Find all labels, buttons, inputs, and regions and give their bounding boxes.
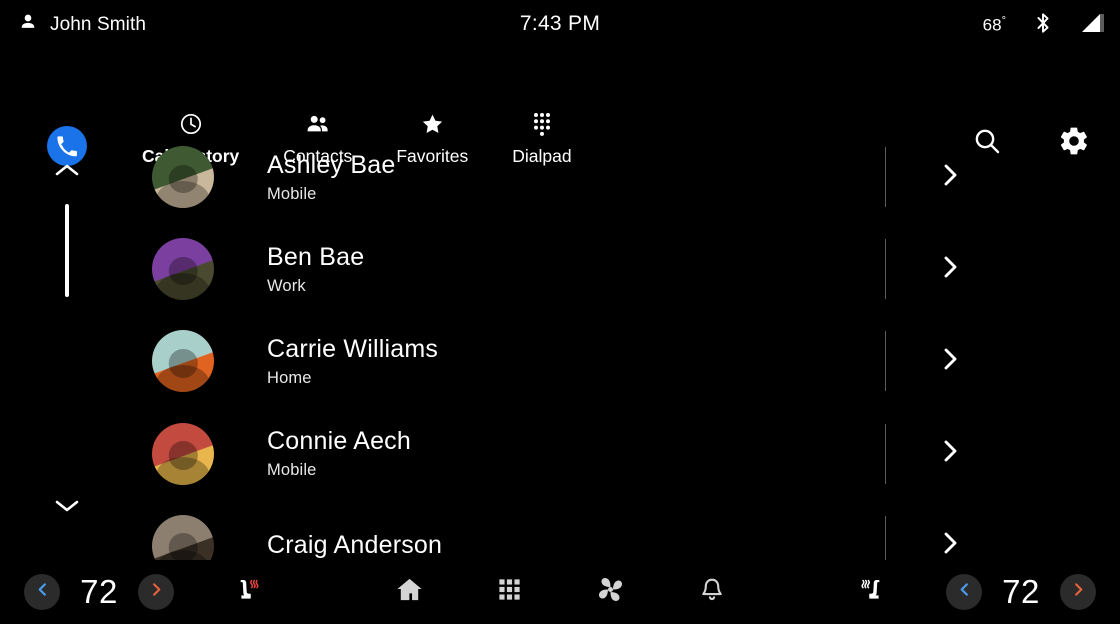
- fan-icon: [595, 574, 626, 610]
- contact-details-button[interactable]: [925, 151, 977, 203]
- contact-details-button[interactable]: [925, 428, 977, 480]
- passenger-ventilated-seat-button[interactable]: [858, 573, 892, 612]
- row-divider: [885, 331, 886, 392]
- status-indicators: 68°: [983, 10, 1106, 41]
- row-divider: [885, 515, 886, 560]
- avatar: [152, 238, 214, 301]
- bluetooth-icon: [1032, 10, 1054, 41]
- infotainment-screen: John Smith 7:43 PM 68° Contacts Favorite…: [0, 0, 1120, 624]
- contact-row[interactable]: Ben Bae Work: [0, 223, 1120, 315]
- chevron-right-icon: [940, 254, 962, 285]
- grid-icon: [496, 576, 523, 608]
- contact-name: Ben Bae: [267, 242, 365, 271]
- bottom-bar: 72 72: [0, 560, 1120, 624]
- home-button[interactable]: [395, 575, 424, 609]
- avatar: [152, 514, 214, 560]
- contact-name: Craig Anderson: [267, 531, 443, 560]
- home-icon: [395, 575, 424, 609]
- contact-rows: Ashley Bae Mobile Ben Bae Work Carrie Willia…: [0, 131, 1120, 560]
- contact-number-type: Work: [267, 276, 306, 295]
- contact-row[interactable]: Ashley Bae Mobile: [0, 131, 1120, 223]
- clock: 7:43 PM: [519, 12, 601, 35]
- contact-name: Connie Aech: [267, 427, 411, 456]
- avatar: [152, 146, 214, 209]
- row-divider: [885, 239, 886, 300]
- notifications-button[interactable]: [698, 576, 726, 609]
- contact-row[interactable]: Connie Aech Mobile: [0, 408, 1120, 500]
- ventilated-seat-icon: [858, 573, 892, 612]
- outside-temperature: 68°: [982, 15, 1006, 35]
- row-divider: [885, 147, 886, 207]
- contact-details-button[interactable]: [925, 243, 977, 295]
- passenger-temp-increase-button[interactable]: [1060, 574, 1096, 610]
- contact-text: Craig Anderson: [267, 531, 442, 560]
- bell-icon: [698, 576, 726, 609]
- avatar: [152, 330, 214, 393]
- passenger-climate-control: 72: [946, 573, 1096, 611]
- contact-row[interactable]: Carrie Williams Home: [0, 315, 1120, 407]
- contact-text: Ben Bae Work: [267, 243, 364, 296]
- avatar: [152, 422, 214, 485]
- apps-button[interactable]: [496, 576, 523, 608]
- climate-button[interactable]: [595, 574, 626, 610]
- row-divider: [885, 423, 886, 484]
- contact-name: Carrie Williams: [267, 334, 439, 363]
- contact-details-button[interactable]: [925, 520, 977, 560]
- chevron-right-icon: [1071, 582, 1086, 602]
- chevron-right-icon: [940, 162, 962, 193]
- passenger-temp-decrease-button[interactable]: [946, 574, 982, 610]
- chevron-left-icon: [957, 582, 972, 602]
- contact-number-type: Mobile: [267, 461, 317, 480]
- phone-app-header: Call History Contacts: [0, 53, 1120, 166]
- chevron-right-icon: [940, 530, 962, 560]
- status-bar: John Smith 7:43 PM 68°: [0, 0, 1120, 53]
- contact-name: Ashley Bae: [267, 150, 396, 179]
- chevron-right-icon: [940, 438, 962, 469]
- contact-number-type: Mobile: [267, 184, 317, 203]
- signal-bars-icon: [1080, 11, 1106, 40]
- contact-details-button[interactable]: [925, 335, 977, 387]
- chevron-right-icon: [940, 346, 962, 377]
- contact-text: Ashley Bae Mobile: [267, 151, 395, 204]
- contact-number-type: Home: [267, 368, 312, 387]
- call-history-list: Ashley Bae Mobile Ben Bae Work Carrie Willia…: [0, 131, 1120, 560]
- passenger-temperature-value: 72: [1002, 573, 1040, 610]
- contact-row[interactable]: Craig Anderson: [0, 500, 1120, 560]
- contact-text: Connie Aech Mobile: [267, 427, 411, 480]
- contact-text: Carrie Williams Home: [267, 335, 438, 388]
